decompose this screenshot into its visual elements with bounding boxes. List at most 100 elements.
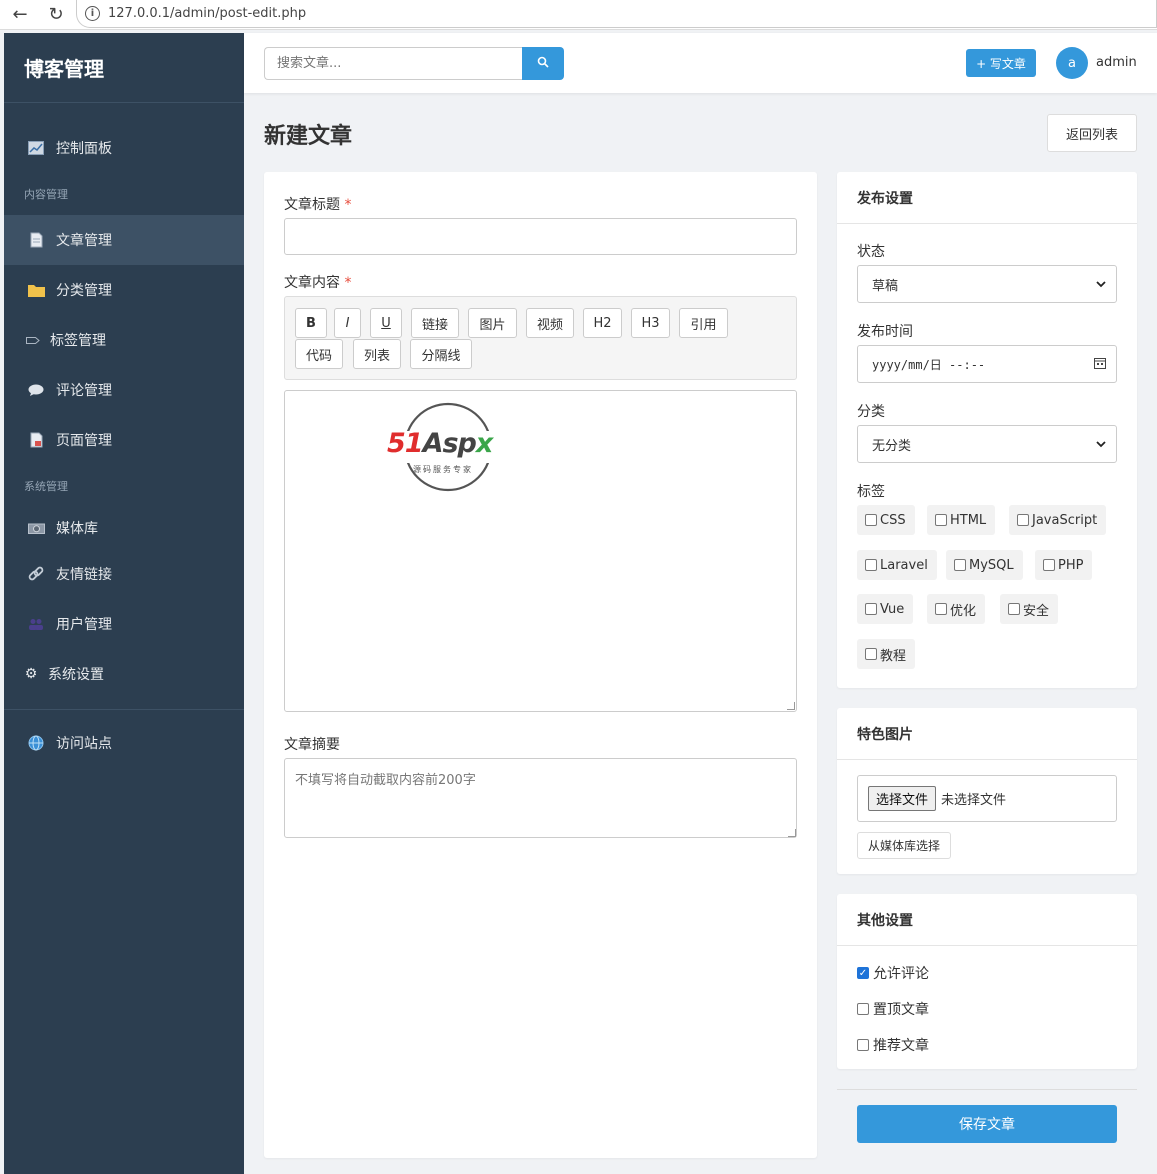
checkbox[interactable] xyxy=(954,559,966,571)
search-button[interactable] xyxy=(522,47,564,80)
tag-label: CSS xyxy=(880,512,906,528)
list-button[interactable]: 列表 xyxy=(353,339,401,369)
checkbox[interactable] xyxy=(1043,559,1055,571)
reload-icon[interactable]: ↻ xyxy=(42,0,70,28)
checkbox[interactable] xyxy=(1008,603,1020,615)
featured-image-heading: 特色图片 xyxy=(837,708,1137,760)
checkbox[interactable] xyxy=(865,648,877,660)
chevron-down-icon xyxy=(1096,437,1106,451)
write-post-button[interactable]: + 写文章 xyxy=(966,49,1036,77)
address-bar[interactable]: i 127.0.0.1/admin/post-edit.php xyxy=(76,0,1157,28)
checkbox[interactable] xyxy=(935,603,947,615)
tag-checkbox-mysql[interactable]: MySQL xyxy=(946,550,1023,580)
tag-checkbox-security[interactable]: 安全 xyxy=(1000,594,1059,624)
checkbox-checked[interactable]: ✓ xyxy=(857,967,869,979)
divider-button[interactable]: 分隔线 xyxy=(410,339,472,369)
video-button[interactable]: 视频 xyxy=(526,308,574,338)
username[interactable]: admin xyxy=(1096,55,1137,70)
sidebar-item-settings[interactable]: ⚙ 系统设置 xyxy=(4,649,244,699)
tag-label: Laravel xyxy=(880,557,928,573)
category-select[interactable]: 无分类 xyxy=(857,425,1117,463)
quote-button[interactable]: 引用 xyxy=(679,308,728,338)
tag-label: JavaScript xyxy=(1032,512,1098,528)
chevron-down-icon xyxy=(1096,277,1106,291)
summary-resize-handle[interactable] xyxy=(788,829,796,837)
tag-checkbox-css[interactable]: CSS xyxy=(857,505,915,535)
underline-button[interactable]: U xyxy=(370,308,402,338)
italic-button[interactable]: I xyxy=(334,308,361,338)
calendar-icon[interactable] xyxy=(1094,357,1106,372)
tag-checkbox-laravel[interactable]: Laravel xyxy=(857,550,937,580)
sidebar-item-pages[interactable]: 页面管理 xyxy=(4,415,244,465)
sidebar-item-users[interactable]: 用户管理 xyxy=(4,599,244,649)
bold-button[interactable]: B xyxy=(295,308,327,338)
tags-label: 标签 xyxy=(857,484,885,500)
status-value: 草稿 xyxy=(872,278,899,294)
recommend-post-option[interactable]: 推荐文章 xyxy=(857,1035,929,1055)
status-select[interactable]: 草稿 xyxy=(857,265,1117,303)
users-icon xyxy=(26,618,46,630)
checkbox[interactable] xyxy=(865,603,877,615)
tag-label: 教程 xyxy=(880,648,907,664)
tag-checkbox-php[interactable]: PHP xyxy=(1035,550,1093,580)
search-input[interactable] xyxy=(264,47,522,80)
resize-handle[interactable] xyxy=(787,702,795,710)
tag-checkbox-tutorial[interactable]: 教程 xyxy=(857,639,916,669)
code-button[interactable]: 代码 xyxy=(295,339,343,369)
sidebar-item-media[interactable]: 媒体库 xyxy=(4,507,244,549)
sidebar-menu: 控制面板 内容管理 文章管理 分类管理 标签管理 评论管理 页面管理 系统管理 … xyxy=(4,103,244,768)
summary-textarea[interactable]: 不填写将自动截取内容前200字 xyxy=(284,758,797,838)
sidebar-item-label: 媒体库 xyxy=(56,521,98,537)
search-icon xyxy=(537,56,549,71)
avatar[interactable]: a xyxy=(1056,47,1088,79)
sidebar-item-dashboard[interactable]: 控制面板 xyxy=(4,123,244,173)
link-button[interactable]: 链接 xyxy=(411,308,459,338)
featured-image-panel: 特色图片 选择文件 未选择文件 从媒体库选择 xyxy=(837,708,1137,874)
allow-comments-option[interactable]: ✓ 允许评论 xyxy=(857,963,929,983)
option-label: 允许评论 xyxy=(873,966,929,982)
back-to-list-button[interactable]: 返回列表 xyxy=(1047,114,1137,152)
title-input[interactable] xyxy=(284,218,797,255)
checkbox[interactable] xyxy=(1017,514,1029,526)
image-button[interactable]: 图片 xyxy=(468,308,517,338)
sidebar: 博客管理 控制面板 内容管理 文章管理 分类管理 标签管理 评论管理 页面管理 … xyxy=(4,33,244,1174)
required-mark: * xyxy=(344,275,352,291)
checkbox[interactable] xyxy=(935,514,947,526)
sidebar-item-label: 文章管理 xyxy=(56,233,112,249)
title-label: 文章标题 * xyxy=(284,194,351,214)
sidebar-item-tags[interactable]: 标签管理 xyxy=(4,315,244,365)
sidebar-item-categories[interactable]: 分类管理 xyxy=(4,265,244,315)
checkbox[interactable] xyxy=(865,559,877,571)
tag-label: PHP xyxy=(1058,557,1084,573)
globe-icon xyxy=(26,735,46,751)
no-file-text: 未选择文件 xyxy=(941,793,1007,808)
media-library-button[interactable]: 从媒体库选择 xyxy=(857,832,951,859)
sidebar-item-posts[interactable]: 文章管理 xyxy=(4,215,244,265)
file-input[interactable]: 选择文件 未选择文件 xyxy=(857,775,1117,822)
publish-time-label: 发布时间 xyxy=(857,324,913,340)
save-post-button[interactable]: 保存文章 xyxy=(857,1105,1117,1143)
tag-checkbox-html[interactable]: HTML xyxy=(927,505,996,535)
h2-button[interactable]: H2 xyxy=(583,308,622,338)
tag-checkbox-vue[interactable]: Vue xyxy=(857,594,914,624)
sidebar-item-links[interactable]: 友情链接 xyxy=(4,549,244,599)
camera-icon xyxy=(26,522,46,534)
checkbox[interactable] xyxy=(865,514,877,526)
url-text: 127.0.0.1/admin/post-edit.php xyxy=(108,6,307,21)
summary-label: 文章摘要 xyxy=(284,737,340,753)
content-editor[interactable]: 51Aspx 源码服务专家 xyxy=(284,390,797,712)
back-arrow-icon[interactable]: ← xyxy=(6,0,34,28)
choose-file-button[interactable]: 选择文件 xyxy=(868,786,937,811)
tag-checkbox-optimize[interactable]: 优化 xyxy=(927,594,986,624)
sidebar-item-label: 访问站点 xyxy=(56,736,112,752)
tag-label: HTML xyxy=(950,512,987,528)
checkbox[interactable] xyxy=(857,1003,869,1015)
info-icon[interactable]: i xyxy=(85,6,100,21)
sidebar-item-comments[interactable]: 评论管理 xyxy=(4,365,244,415)
tag-checkbox-javascript[interactable]: JavaScript xyxy=(1009,505,1107,535)
h3-button[interactable]: H3 xyxy=(631,308,670,338)
pin-post-option[interactable]: 置顶文章 xyxy=(857,999,929,1019)
publish-time-input[interactable]: yyyy/mm/日 --:-- xyxy=(857,345,1117,383)
checkbox[interactable] xyxy=(857,1039,869,1051)
sidebar-item-visit-site[interactable]: 访问站点 xyxy=(4,718,244,768)
